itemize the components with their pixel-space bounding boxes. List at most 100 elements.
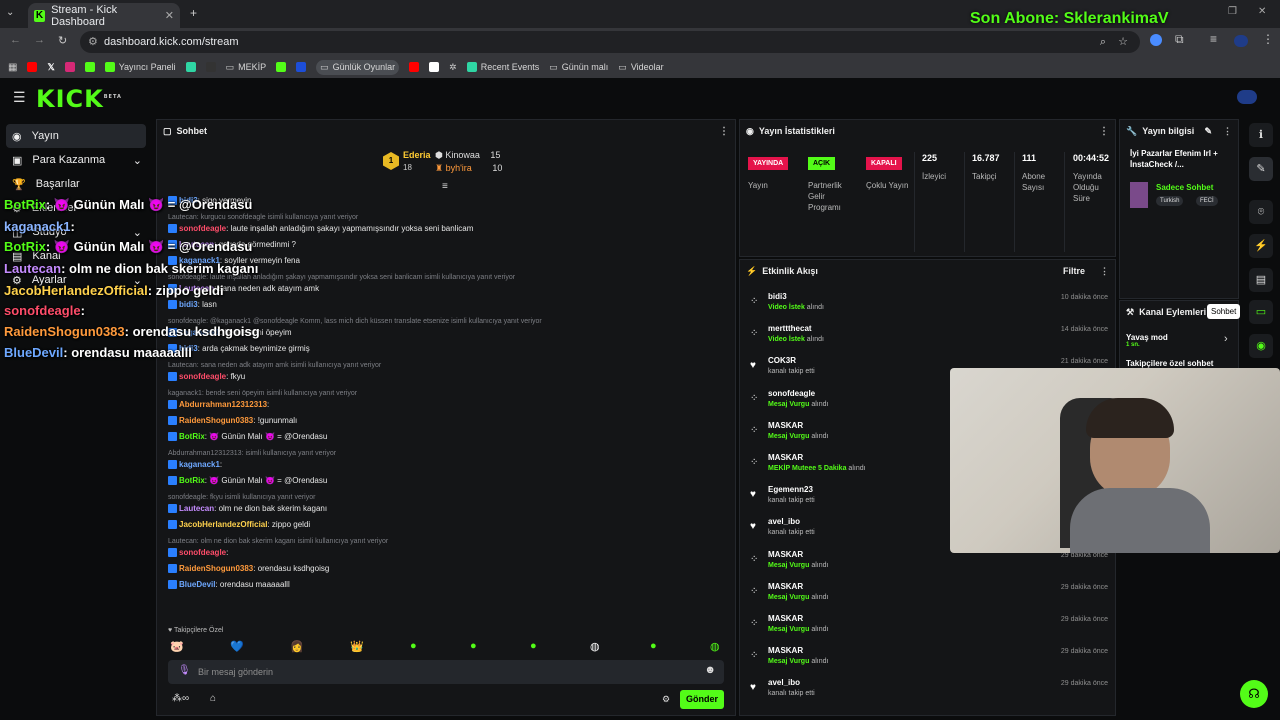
chat-username[interactable]: kaganack1 — [179, 460, 220, 469]
browser-tab[interactable]: K Stream - Kick Dashboard ✕ — [28, 3, 180, 28]
followers-only-chat-row[interactable]: Takipçilere özel sohbet — [1126, 359, 1213, 368]
more-options-icon[interactable]: ⋮ — [1223, 126, 1232, 137]
microphone-icon[interactable]: 🎙 — [178, 665, 191, 676]
event-username[interactable]: COK3R — [768, 356, 796, 365]
apps-grid-icon[interactable]: ▦ — [8, 62, 17, 73]
event-username[interactable]: MASKAR — [768, 550, 803, 559]
terminal-icon[interactable] — [205, 62, 216, 72]
hamburger-menu-icon[interactable]: ☰ — [13, 89, 26, 106]
leaderboard-entry[interactable]: ♜ byh'ira 10 — [435, 163, 502, 174]
bookmark-gunun-mali[interactable]: ▭ Günün malı — [549, 62, 608, 73]
chat-username[interactable]: JacobHerlandezOfficial — [179, 520, 267, 529]
emote-icon[interactable]: ● — [530, 640, 537, 652]
tab-list-icon[interactable]: ⌄ — [6, 7, 14, 18]
profile-avatar[interactable] — [1234, 35, 1248, 47]
kick-logo[interactable]: KICKBETA — [36, 85, 122, 113]
emote-icon[interactable]: 🐷 — [170, 640, 184, 653]
maximize-icon[interactable]: ❐ — [1228, 6, 1237, 17]
category-name[interactable]: Sadece Sohbet — [1156, 183, 1213, 192]
sidebar-item-yayin[interactable]: ◉ Yayın — [6, 124, 146, 148]
window-close-icon[interactable]: ✕ — [1258, 6, 1266, 17]
app-icon[interactable] — [296, 62, 307, 72]
emote-icon[interactable]: ◍ — [590, 640, 600, 653]
edit-panel-icon[interactable]: ✎ — [1249, 157, 1273, 181]
forward-icon[interactable]: → — [34, 34, 45, 46]
emote-icon[interactable]: ● — [470, 640, 477, 652]
more-options-icon[interactable]: ⋮ — [719, 126, 729, 137]
chat-username[interactable]: RaidenShogun0383 — [179, 416, 253, 425]
youtube-icon[interactable] — [27, 62, 38, 72]
emote-icon[interactable]: 👩 — [290, 640, 304, 653]
chat-username[interactable]: RaidenShogun0383 — [179, 564, 253, 573]
emote-icon[interactable]: 👑 — [350, 640, 364, 653]
emote-icon[interactable]: ● — [650, 640, 657, 652]
youtube-icon[interactable] — [409, 62, 420, 72]
send-button[interactable]: Gönder — [680, 690, 724, 709]
event-username[interactable]: merttthecat — [768, 324, 812, 333]
filter-button[interactable]: Filtre — [1063, 266, 1085, 276]
leaderboard-name[interactable]: Ederia — [403, 150, 431, 160]
chat-username[interactable]: BlueDevil — [179, 580, 215, 589]
bookmark-videolar[interactable]: ▭ Videolar — [618, 62, 663, 73]
chat-username[interactable]: sonofdeagle — [179, 224, 226, 233]
chat-tools-icon[interactable]: ⁂∞ — [172, 693, 189, 704]
event-username[interactable]: MASKAR — [768, 646, 803, 655]
chat-username[interactable]: BotRix — [179, 476, 205, 485]
chevron-right-icon[interactable]: › — [1224, 333, 1228, 345]
camera-icon[interactable]: ⌾ — [1249, 200, 1273, 224]
chat-username[interactable]: bidi3 — [179, 300, 198, 309]
extensions-puzzle-icon[interactable]: ⧉ — [1175, 32, 1184, 47]
slow-mode-row[interactable]: Yavaş mod 1 sn. — [1126, 333, 1168, 348]
kick-icon[interactable] — [276, 62, 287, 72]
more-options-icon[interactable]: ⋮ — [1100, 266, 1109, 277]
sidebar-item-basarilar[interactable]: 🏆 Başarılar — [0, 172, 152, 196]
emoji-icon[interactable]: ☻ — [704, 664, 716, 676]
support-headset-icon[interactable]: ☊ — [1240, 680, 1268, 708]
event-username[interactable]: avel_ibo — [768, 517, 800, 526]
leaderboard-entry[interactable]: ⬢ Kinowaa 15 — [435, 150, 500, 161]
event-username[interactable]: Egemenn23 — [768, 485, 813, 494]
emote-icon[interactable]: 💙 — [230, 640, 244, 653]
chat-input-box[interactable]: 🎙 Bir mesaj gönderin ☻ — [168, 660, 724, 684]
browser-menu-icon[interactable]: ⋮ — [1262, 32, 1274, 46]
kick-icon[interactable] — [84, 62, 95, 72]
back-icon[interactable]: ← — [10, 34, 21, 46]
bookmark-star-icon[interactable]: ☆ — [1118, 31, 1128, 53]
chat-settings-icon[interactable]: ⚙ — [662, 694, 670, 705]
event-username[interactable]: MASKAR — [768, 614, 803, 623]
chat-username[interactable]: Lautecan — [179, 504, 214, 513]
close-tab-icon[interactable]: ✕ — [165, 9, 174, 22]
url-input[interactable]: ⚙ dashboard.kick.com/stream ⌕ ☆ — [80, 31, 1140, 53]
category-thumbnail[interactable] — [1130, 182, 1148, 208]
event-username[interactable]: MASKAR — [768, 421, 803, 430]
zoom-icon[interactable]: ⌕ — [1100, 31, 1106, 53]
bookmark-gunluk-oyunlar[interactable]: ▭ Günlük Oyunlar — [316, 59, 400, 75]
info-icon[interactable]: ℹ — [1249, 123, 1273, 147]
notes-icon[interactable]: ▤ — [1249, 268, 1273, 292]
x-icon[interactable]: 𝕏 — [47, 62, 54, 73]
more-options-icon[interactable]: ⋮ — [1099, 126, 1109, 137]
new-tab-icon[interactable]: + — [190, 6, 197, 20]
bookmark-yayinci-paneli[interactable]: Yayıncı Paneli — [104, 62, 176, 72]
chat-username[interactable]: sonofdeagle — [179, 372, 226, 381]
instagram-icon[interactable] — [64, 62, 75, 72]
extension-icon[interactable] — [1150, 34, 1162, 46]
reload-icon[interactable]: ↻ — [58, 34, 67, 47]
image-icon[interactable] — [429, 62, 440, 72]
site-info-icon[interactable]: ⚙ — [88, 31, 98, 53]
chat-username[interactable]: Abdurrahman12312313 — [179, 400, 267, 409]
sidebar-item-para-kazanma[interactable]: ▣ Para Kazanma ⌄ — [0, 148, 152, 172]
bookmark-recent-events[interactable]: Recent Events — [466, 62, 539, 72]
broadcast-rail-icon[interactable]: ◉ — [1249, 334, 1273, 358]
emote-icon[interactable]: ● — [410, 640, 417, 652]
event-username[interactable]: avel_ibo — [768, 678, 800, 687]
user-avatar[interactable] — [1237, 90, 1257, 104]
bookmark-mekip[interactable]: ▭ MEKİP — [226, 62, 267, 73]
store-icon[interactable]: ⌂ — [210, 693, 216, 704]
chat-rail-icon[interactable]: ▭ — [1249, 300, 1273, 324]
media-icon[interactable]: ≡ — [1210, 32, 1217, 46]
chat-username[interactable]: sonofdeagle — [179, 548, 226, 557]
edit-icon[interactable]: ✎ — [1204, 126, 1212, 137]
event-username[interactable]: bidi3 — [768, 292, 787, 301]
openai-icon[interactable]: ✲ — [449, 62, 457, 73]
